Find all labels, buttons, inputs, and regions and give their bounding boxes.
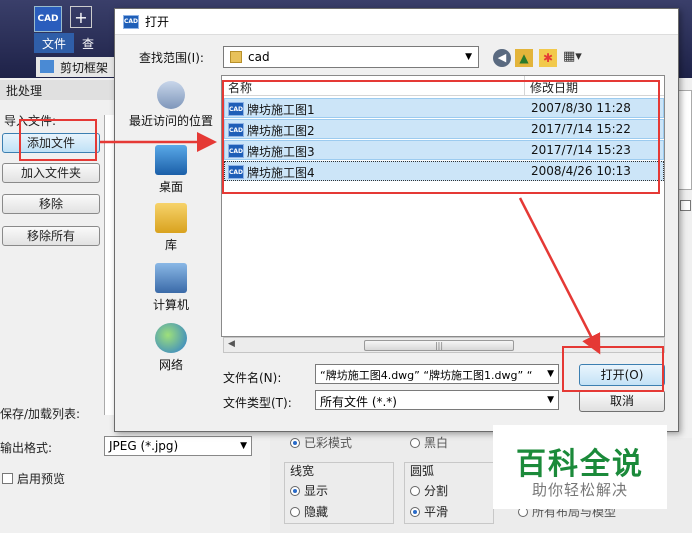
place-desktop-label: 桌面 [158, 180, 183, 194]
app-menubar: 文件 查 [34, 33, 116, 53]
checkbox-box[interactable] [2, 473, 13, 484]
chevron-down-icon: ▼ [240, 441, 247, 451]
hide-label: 隐藏 [304, 505, 329, 519]
line-width-show-option[interactable]: 显示 [290, 482, 328, 499]
file-name-input[interactable]: “牌坊施工图4.dwg” “牌坊施工图1.dwg” “ ▼ [315, 364, 559, 384]
arc-split-option[interactable]: 分割 [410, 482, 448, 499]
split-label: 分割 [424, 484, 449, 498]
new-folder-icon[interactable]: ✱ [539, 49, 557, 67]
scroll-left-icon[interactable]: ◀ [228, 339, 235, 349]
watermark-logo: 百科全说 助你轻松解决 [493, 425, 667, 509]
enable-preview-checkbox[interactable]: 启用预览 [2, 470, 65, 487]
output-format-label: 输出格式: [0, 441, 53, 455]
chevron-down-icon: ▼ [547, 395, 554, 405]
watermark-subtitle: 助你轻松解决 [531, 481, 628, 499]
recent-places-icon [157, 81, 185, 109]
place-computer[interactable]: 计算机 [123, 263, 219, 313]
smooth-label: 平滑 [424, 505, 449, 519]
cut-frame-label: 剪切框架 [60, 61, 109, 75]
batch-title: 批处理 [0, 80, 116, 100]
file-type-select[interactable]: 所有文件 (*.*) ▼ [315, 390, 559, 410]
radio-hide[interactable] [290, 507, 300, 517]
scroll-thumb[interactable]: ||| [364, 340, 514, 351]
dialog-titlebar[interactable]: CAD 打开 [115, 9, 678, 35]
dialog-title: 打开 [145, 15, 170, 29]
radio-bw[interactable] [410, 438, 420, 448]
places-bar: 最近访问的位置 桌面 库 计算机 网络 [123, 75, 219, 375]
highlight-box-add-file [19, 119, 97, 161]
file-name-label: 文件名(N): [223, 371, 282, 385]
cad-logo-icon[interactable]: CAD [34, 6, 62, 32]
show-label: 显示 [304, 484, 329, 498]
remove-all-button[interactable]: 移除所有 [2, 226, 100, 246]
line-width-hide-option[interactable]: 隐藏 [290, 503, 328, 520]
add-folder-button[interactable]: 加入文件夹 [2, 163, 100, 183]
radio-show[interactable] [290, 486, 300, 496]
save-load-list-label: 保存/加载列表: [0, 407, 81, 421]
line-width-title: 线宽 [290, 464, 315, 478]
place-recent-label: 最近访问的位置 [128, 114, 213, 128]
new-plus-icon[interactable]: + [70, 6, 92, 28]
place-computer-label: 计算机 [152, 298, 189, 312]
arc-title: 圆弧 [410, 464, 435, 478]
arc-smooth-option[interactable]: 平滑 [410, 503, 448, 520]
output-format-value: JPEG (*.jpg) [109, 439, 179, 453]
file-type-label: 文件类型(T): [223, 396, 292, 410]
chevron-down-icon[interactable]: ▼ [545, 369, 554, 379]
cut-frame-tool[interactable]: 剪切框架 [36, 57, 116, 77]
color-mode-option[interactable]: 已彩模式 [290, 434, 352, 451]
file-type-value: 所有文件 (*.*) [320, 395, 397, 409]
enable-preview-label: 启用预览 [17, 472, 66, 486]
menu-file[interactable]: 文件 [34, 33, 75, 53]
preview-box [678, 90, 692, 190]
library-icon [155, 203, 187, 233]
bw-option[interactable]: 黑白 [410, 434, 448, 451]
watermark-title: 百科全说 [516, 447, 644, 482]
place-library-label: 库 [164, 238, 177, 252]
computer-icon [155, 263, 187, 293]
place-library[interactable]: 库 [123, 203, 219, 253]
output-format-select[interactable]: JPEG (*.jpg) ▼ [104, 436, 252, 456]
look-in-value: cad [248, 50, 270, 64]
menu-check[interactable]: 查 [78, 33, 98, 53]
chevron-down-icon: ▼ [465, 52, 472, 62]
cut-frame-icon [40, 60, 54, 73]
place-recent[interactable]: 最近访问的位置 [123, 81, 219, 129]
remove-button[interactable]: 移除 [2, 194, 100, 214]
place-network-label: 网络 [158, 358, 183, 372]
radio-color-mode[interactable] [290, 438, 300, 448]
radio-smooth[interactable] [410, 507, 420, 517]
up-folder-icon[interactable]: ▲ [515, 49, 533, 67]
cancel-button[interactable]: 取消 [579, 390, 665, 412]
look-in-select[interactable]: cad ▼ [223, 46, 479, 68]
folder-icon [230, 51, 242, 63]
radio-split[interactable] [410, 486, 420, 496]
look-in-label: 查找范围(I): [139, 51, 204, 65]
place-desktop[interactable]: 桌面 [123, 145, 219, 195]
bw-label: 黑白 [424, 436, 449, 450]
view-menu-icon[interactable]: ▦▾ [563, 49, 591, 67]
color-mode-label: 已彩模式 [304, 436, 353, 450]
highlight-box-file-list [222, 80, 660, 194]
desktop-icon [155, 145, 187, 175]
place-network[interactable]: 网络 [123, 323, 219, 373]
right-checkbox[interactable] [680, 200, 691, 211]
highlight-box-open-button [562, 346, 664, 392]
back-icon[interactable]: ◀ [493, 49, 511, 67]
file-name-value: “牌坊施工图4.dwg” “牌坊施工图1.dwg” “ [320, 369, 533, 382]
cad-file-icon: CAD [123, 14, 139, 29]
network-icon [155, 323, 187, 353]
